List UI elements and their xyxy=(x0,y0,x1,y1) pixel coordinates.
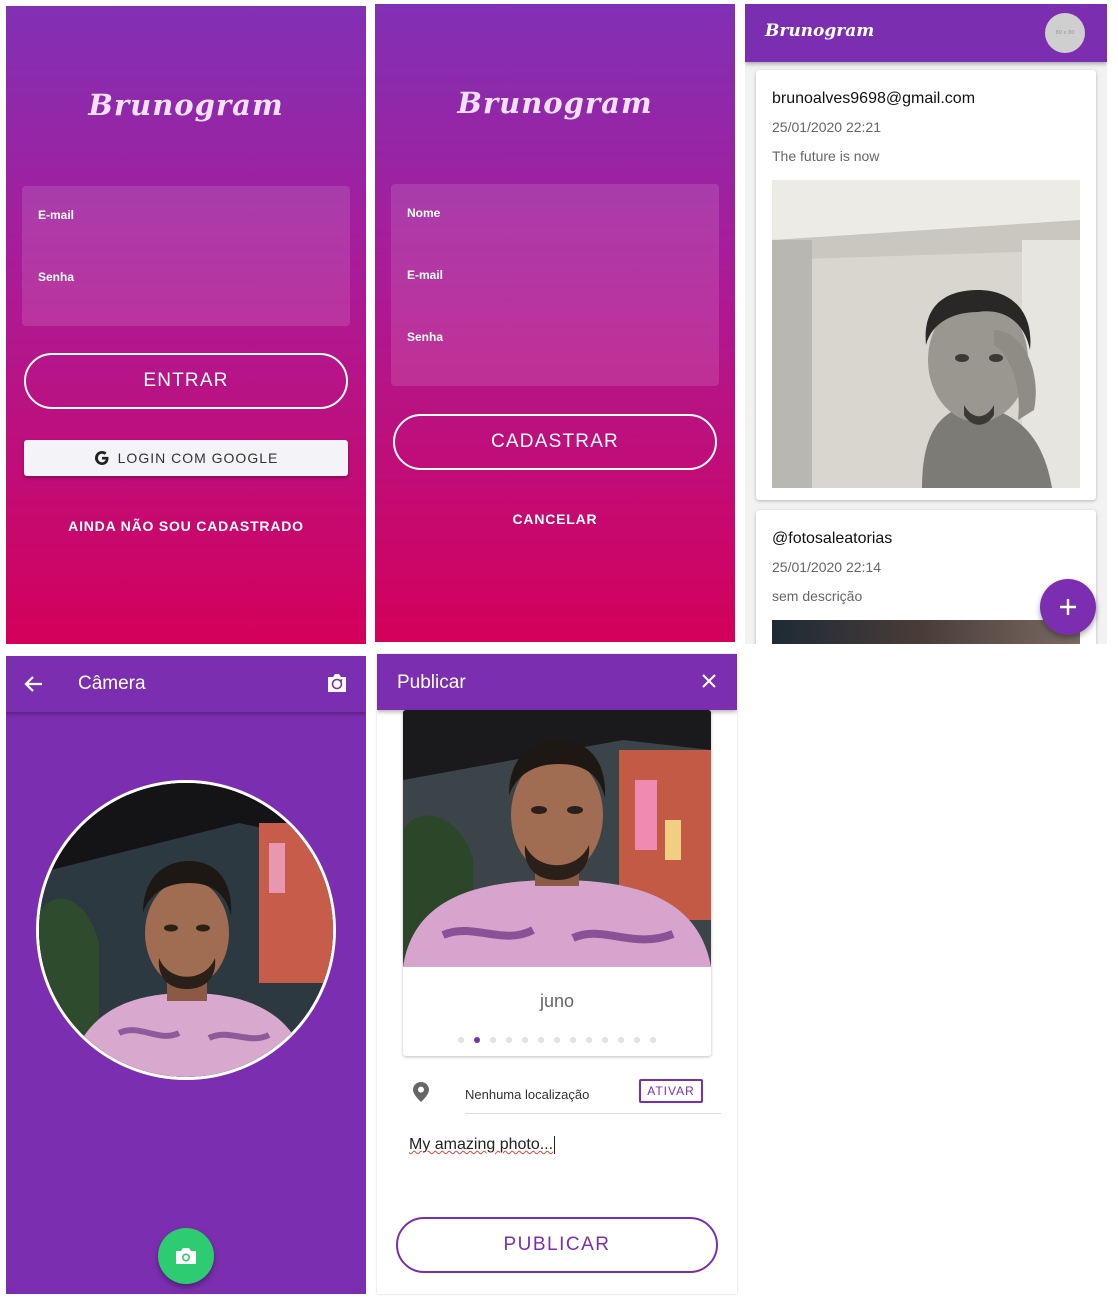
post-date: 25/01/2020 22:14 xyxy=(772,559,881,575)
location-text: Nenhuma localização xyxy=(465,1087,590,1102)
app-logo: Brunogram xyxy=(88,88,284,122)
location-pin-icon xyxy=(413,1082,429,1102)
carousel-dot[interactable] xyxy=(458,1037,464,1043)
carousel-dot[interactable] xyxy=(586,1037,592,1043)
feed-screen: Brunogram 80 x 80 brunoalves9698@gmail.c… xyxy=(745,4,1107,644)
google-icon xyxy=(94,451,109,465)
post-date: 25/01/2020 22:21 xyxy=(772,119,881,135)
capture-photo-button[interactable] xyxy=(158,1228,214,1284)
filter-carousel[interactable]: juno xyxy=(403,710,711,1056)
publish-screen: Publicar juno Nenhuma localização ATIVAR xyxy=(377,654,737,1294)
camera-screen: Câmera xyxy=(6,656,366,1294)
carousel-dot[interactable] xyxy=(490,1037,496,1043)
enter-button[interactable]: ENTRAR xyxy=(24,353,348,409)
carousel-dot[interactable] xyxy=(522,1037,528,1043)
location-divider xyxy=(465,1113,721,1114)
google-button-label: LOGIN COM GOOGLE xyxy=(117,450,279,466)
post-description: sem descrição xyxy=(772,588,863,604)
carousel-dot[interactable] xyxy=(506,1037,512,1043)
carousel-dot[interactable] xyxy=(570,1037,576,1043)
filter-name: juno xyxy=(539,991,575,1011)
camera-icon xyxy=(176,1248,196,1264)
register-button[interactable]: CADASTRAR xyxy=(393,414,717,470)
publish-button[interactable]: PUBLICAR xyxy=(396,1217,718,1273)
close-icon[interactable] xyxy=(701,673,717,689)
carousel-dot[interactable] xyxy=(538,1037,544,1043)
switch-camera-icon[interactable] xyxy=(326,673,348,693)
post-user: @fotosaleatorias xyxy=(772,530,893,547)
avatar[interactable]: 80 x 80 xyxy=(1045,13,1085,53)
post-photo xyxy=(772,620,1080,644)
carousel-dot[interactable] xyxy=(602,1037,608,1043)
carousel-dot[interactable] xyxy=(554,1037,560,1043)
name-field[interactable]: Nome xyxy=(407,206,440,220)
google-login-button[interactable]: LOGIN COM GOOGLE xyxy=(24,440,348,476)
camera-preview xyxy=(36,780,336,1080)
add-post-button[interactable] xyxy=(1040,579,1096,635)
carousel-dot[interactable] xyxy=(618,1037,624,1043)
publish-toolbar: Publicar xyxy=(377,654,737,710)
login-fields: E-mail Senha xyxy=(22,186,350,326)
carousel-dot[interactable] xyxy=(474,1037,480,1043)
filtered-photo xyxy=(403,710,711,967)
toolbar-logo: Brunogram xyxy=(765,21,875,41)
register-fields: Nome E-mail Senha xyxy=(391,184,719,386)
back-arrow-icon[interactable] xyxy=(24,674,44,694)
register-screen: Brunogram Nome E-mail Senha CADASTRAR CA… xyxy=(375,4,735,642)
email-field[interactable]: E-mail xyxy=(407,268,443,282)
carousel-dot[interactable] xyxy=(650,1037,656,1043)
plus-icon xyxy=(1060,599,1076,615)
post-photo xyxy=(772,180,1080,488)
login-screen: Brunogram E-mail Senha ENTRAR LOGIN COM … xyxy=(6,6,366,644)
post-description: The future is now xyxy=(772,148,880,164)
feed-toolbar: Brunogram 80 x 80 xyxy=(745,4,1107,62)
carousel-pagination xyxy=(403,1035,711,1043)
password-field[interactable]: Senha xyxy=(407,330,443,344)
avatar-placeholder-text: 80 x 80 xyxy=(1055,30,1075,36)
text-cursor xyxy=(554,1136,556,1154)
post-card: brunoalves9698@gmail.com 25/01/2020 22:2… xyxy=(756,70,1096,500)
caption-field[interactable]: My amazing photo... xyxy=(409,1136,556,1154)
cancel-button[interactable]: CANCELAR xyxy=(375,511,735,527)
not-registered-link[interactable]: AINDA NÃO SOU CADASTRADO xyxy=(6,518,366,534)
page-title: Publicar xyxy=(397,672,466,693)
activate-location-button[interactable]: ATIVAR xyxy=(639,1079,703,1103)
app-logo: Brunogram xyxy=(457,86,653,120)
page-title: Câmera xyxy=(78,673,146,694)
caption-text: My amazing photo... xyxy=(409,1136,554,1154)
camera-toolbar: Câmera xyxy=(6,656,366,712)
carousel-dot[interactable] xyxy=(634,1037,640,1043)
post-user: brunoalves9698@gmail.com xyxy=(772,90,976,107)
email-field[interactable]: E-mail xyxy=(38,208,74,222)
password-field[interactable]: Senha xyxy=(38,270,74,284)
